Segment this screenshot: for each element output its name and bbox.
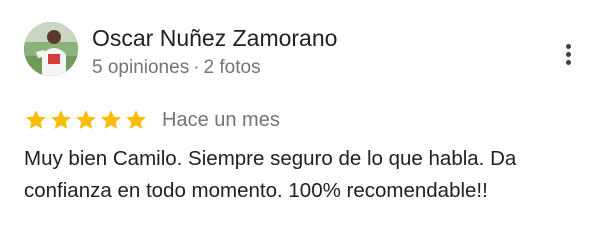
star-rating <box>24 108 148 132</box>
rating-row: Hace un mes <box>24 107 280 133</box>
reviews-count: 5 opiniones <box>92 57 190 78</box>
more-vert-icon <box>565 43 571 49</box>
star-icon <box>99 108 123 132</box>
star-icon <box>74 108 98 132</box>
review-text: Muy bien Camilo. Siempre seguro de lo qu… <box>24 147 517 202</box>
more-options-button[interactable] <box>552 38 584 70</box>
avatar[interactable] <box>24 22 78 76</box>
star-icon <box>124 108 148 132</box>
star-icon <box>49 108 73 132</box>
photos-count: 2 fotos <box>203 57 261 78</box>
reviewer-meta: 5 opiniones · 2 fotos <box>92 55 261 81</box>
reviewer-name[interactable]: Oscar Nuñez Zamorano <box>92 23 337 53</box>
meta-separator: · <box>193 57 200 78</box>
review-card: Oscar Nuñez Zamorano 5 opiniones · 2 fotos… <box>0 0 600 241</box>
star-icon <box>24 108 48 132</box>
review-date: Hace un mes <box>162 109 280 131</box>
